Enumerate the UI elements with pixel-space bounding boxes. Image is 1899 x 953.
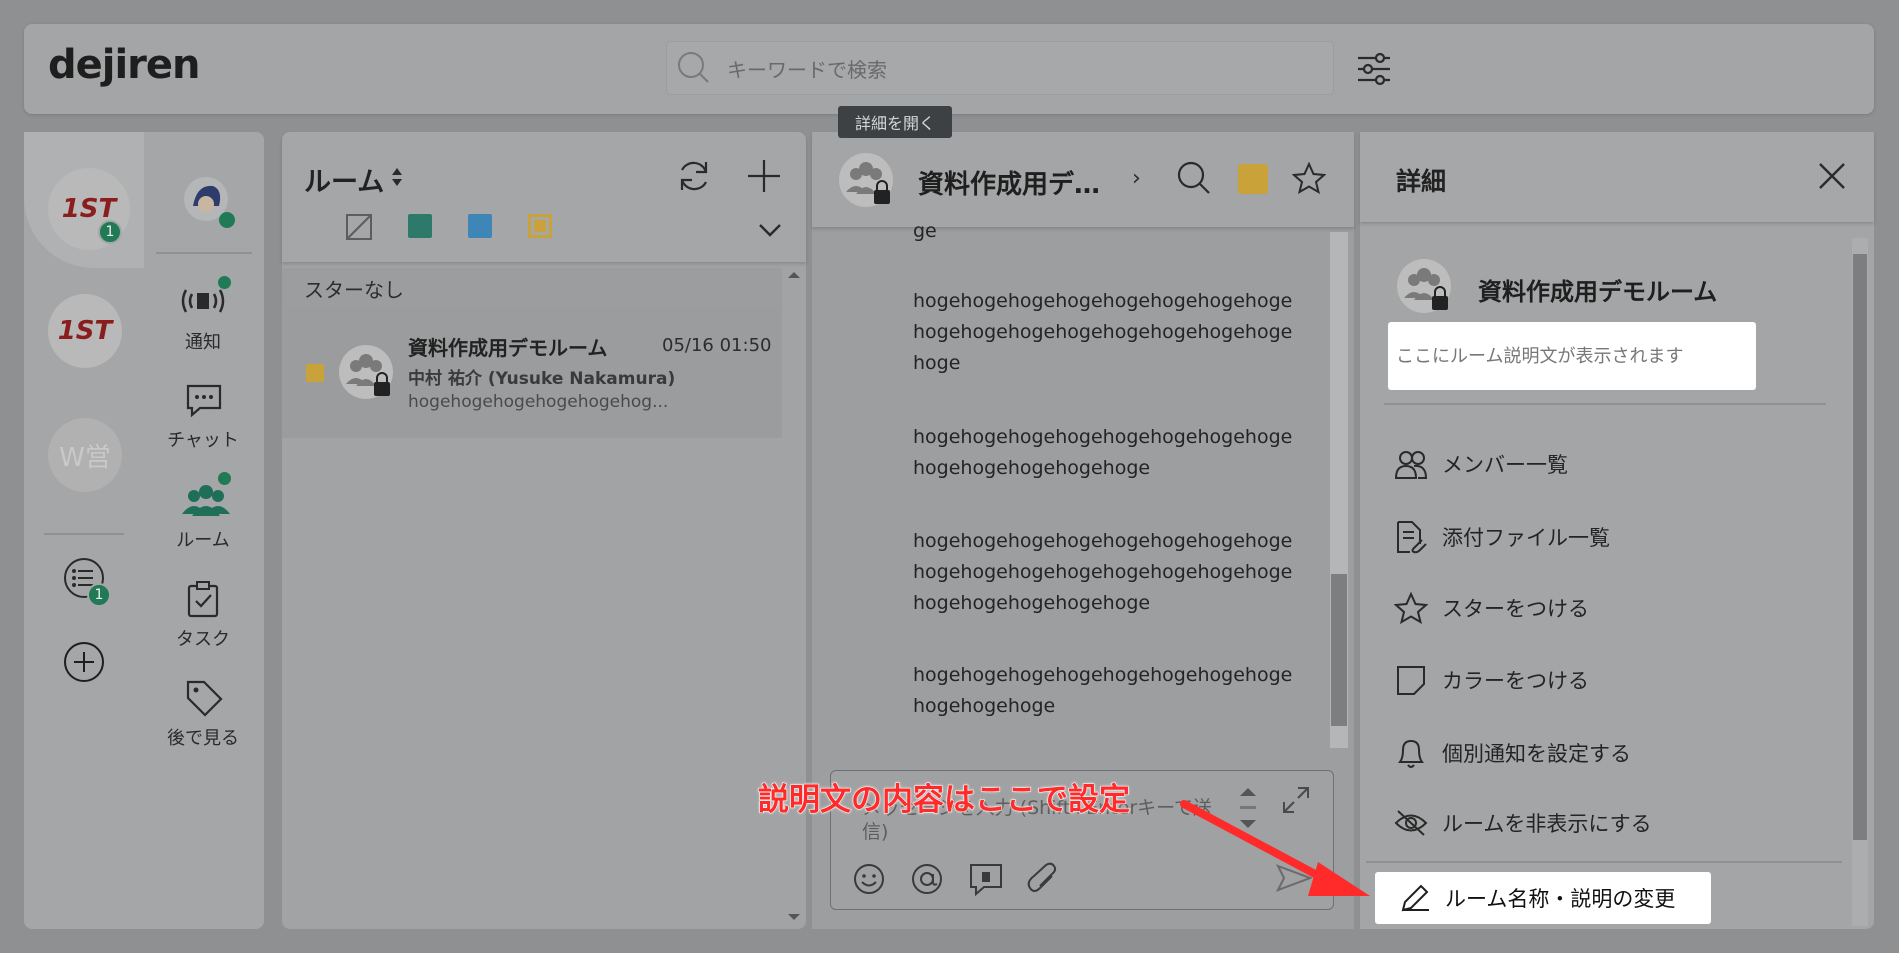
chat-message: hogehogehogehogehogehogehogehogehogehoge… [913,530,1293,614]
detail-room-avatar-lock-icon [1397,259,1451,313]
chat-message: hogehogehogehogehogehogehogehogehogehoge… [913,426,1293,479]
app-logo[interactable]: dejiren [48,42,201,88]
attach-icon[interactable] [1026,862,1060,896]
room-last-sender: 中村 祐介 (Yusuke Nakamura) [408,369,676,389]
detail-divider-bottom [1366,861,1842,863]
color-filter-blue[interactable] [468,214,492,238]
room-description: ここにルーム説明文が表示されます [1388,322,1756,390]
detail-divider [1384,403,1826,405]
chat-search-icon[interactable] [1176,160,1212,196]
menu-label: メンバー一覧 [1442,453,1568,477]
chevron-right-icon[interactable]: › [1132,166,1141,191]
menu-attachments[interactable]: 添付ファイル一覧 [1394,520,1610,554]
close-icon[interactable] [1818,162,1846,190]
add-room-icon[interactable] [746,158,782,194]
bell-icon [1398,739,1424,768]
sort-arrows-icon[interactable] [390,166,404,188]
room-list-scrollbar[interactable] [784,268,804,924]
announcement-icon[interactable] [968,862,1004,896]
chat-message: hogehogehogehogehogehogehogehogehogehoge… [913,664,1293,717]
attachment-file-icon [1397,521,1427,554]
menu-notification-settings[interactable]: 個別通知を設定する [1394,736,1631,770]
search-icon [678,52,709,83]
chat-icon [186,384,222,418]
nav-chat[interactable]: チャット [153,426,253,452]
room-name: 資料作成用デモルーム [408,336,608,360]
no-color-filter-icon[interactable] [344,212,374,242]
nav-divider [156,252,252,254]
rail-divider [44,533,124,535]
detail-scrollbar-thumb[interactable] [1853,254,1867,840]
star-icon [1394,592,1428,624]
eye-off-icon [1394,810,1428,836]
search-input[interactable]: キーワードで検索 [666,41,1334,95]
org-avatar-1st[interactable]: 1ST [48,294,122,368]
detail-room-name: 資料作成用デモルーム [1478,278,1718,306]
task-icon [187,581,219,618]
menu-label: スターをつける [1442,597,1589,621]
section-no-star: スターなし [282,268,782,306]
notification-icon [181,289,225,313]
org-avatar-w[interactable]: W営 [48,418,122,492]
org-badge: 1 [98,220,122,244]
color-filter-teal[interactable] [408,214,432,238]
task-badge: 1 [87,583,111,607]
filter-settings-icon[interactable] [1356,52,1392,86]
chat-room-avatar-lock-icon[interactable] [838,152,894,208]
refresh-icon[interactable] [676,158,712,194]
nav-notifications[interactable]: 通知 [153,328,253,354]
chat-message: hogehogehogehogehogehogehogehogehogehoge… [913,290,1293,374]
menu-hide-room[interactable]: ルームを非表示にする [1394,808,1652,838]
emoji-icon[interactable] [852,862,886,896]
room-avatar-lock-icon [339,345,393,399]
menu-label: 添付ファイル一覧 [1442,526,1610,550]
online-status-dot [219,212,235,228]
menu-members[interactable]: メンバー一覧 [1394,448,1568,480]
room-timestamp: 05/16 01:50 [662,335,772,356]
menu-add-color[interactable]: カラーをつける [1394,664,1589,696]
menu-add-star[interactable]: スターをつける [1394,592,1589,624]
room-last-preview: hogehogehogehogehogehog... [408,392,669,412]
notification-dot [218,276,231,289]
nav-rooms[interactable]: ルーム [153,526,253,552]
menu-label: ルームを非表示にする [1442,812,1652,836]
open-details-tooltip: 詳細を開く [838,106,952,138]
color-tag-icon [1397,666,1425,695]
edit-label: ルーム名称・説明の変更 [1445,887,1676,911]
add-org-icon[interactable] [62,640,106,684]
annotation-text: 説明文の内容はここで設定 [758,782,1131,819]
chat-color-tag[interactable] [1238,164,1268,194]
edit-room-name-description-button[interactable]: ルーム名称・説明の変更 [1375,872,1711,924]
tag-icon [186,680,223,717]
org-label: 1ST [57,316,113,346]
color-filter-yellow[interactable] [528,214,552,238]
chat-star-icon[interactable] [1292,162,1326,194]
chat-scrollbar-thumb[interactable] [1331,574,1347,726]
mention-icon[interactable] [910,862,944,896]
chevron-down-icon[interactable] [758,222,782,238]
menu-label: 個別通知を設定する [1442,742,1631,766]
members-icon [1394,451,1428,479]
org-label: W営 [59,442,111,473]
detail-title: 詳細 [1396,167,1447,196]
room-color-tag [306,364,324,382]
menu-label: カラーをつける [1442,669,1589,693]
room-dot [218,472,231,485]
annotation-arrow [1180,800,1370,896]
chat-message: ge [913,220,937,242]
pencil-icon [1401,884,1429,912]
nav-read-later[interactable]: 後で見る [153,724,253,750]
chat-room-title[interactable]: 資料作成用デ… [918,164,1100,201]
nav-tasks[interactable]: タスク [153,625,253,651]
room-list-title[interactable]: ルーム [304,160,384,199]
